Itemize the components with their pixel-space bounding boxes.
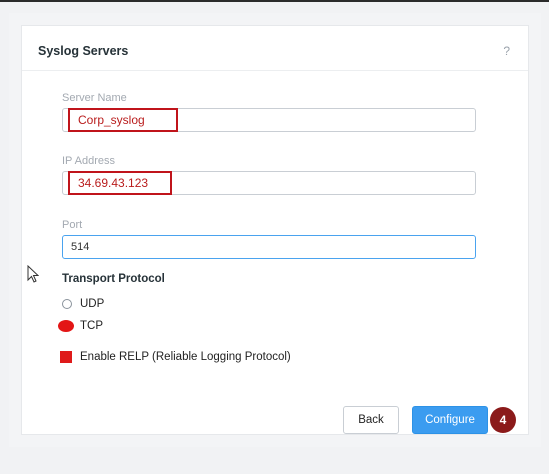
relp-label: Enable RELP (Reliable Logging Protocol) <box>80 351 291 363</box>
radio-option-udp[interactable]: UDP <box>62 298 104 310</box>
back-button[interactable]: Back <box>343 406 399 434</box>
title-divider <box>22 70 528 71</box>
server-name-value[interactable]: Corp_syslog <box>68 108 178 132</box>
relp-checkbox[interactable] <box>60 351 72 363</box>
udp-label: UDP <box>80 298 105 310</box>
tcp-radio-selected[interactable] <box>58 320 74 332</box>
port-label: Port <box>62 219 83 231</box>
relp-checkbox-row[interactable]: Enable RELP (Reliable Logging Protocol) <box>60 351 291 363</box>
help-icon[interactable]: ? <box>503 44 510 58</box>
syslog-servers-dialog: Syslog Servers ? Server Name Corp_syslog… <box>21 25 529 435</box>
udp-radio[interactable] <box>62 299 72 309</box>
transport-protocol-label: Transport Protocol <box>62 273 165 285</box>
tcp-label: TCP <box>80 320 103 332</box>
dialog-title: Syslog Servers <box>38 44 129 58</box>
top-rule <box>0 0 549 2</box>
radio-option-tcp[interactable]: TCP <box>58 320 103 332</box>
page-panel: Syslog Servers ? Server Name Corp_syslog… <box>9 13 541 447</box>
step-badge: 4 <box>490 407 516 433</box>
configure-button[interactable]: Configure <box>412 406 488 434</box>
port-input[interactable]: 514 <box>62 235 476 259</box>
ip-address-label: IP Address <box>62 155 115 167</box>
server-name-label: Server Name <box>62 92 127 104</box>
mouse-cursor-icon <box>27 265 39 283</box>
ip-address-value[interactable]: 34.69.43.123 <box>68 171 172 195</box>
